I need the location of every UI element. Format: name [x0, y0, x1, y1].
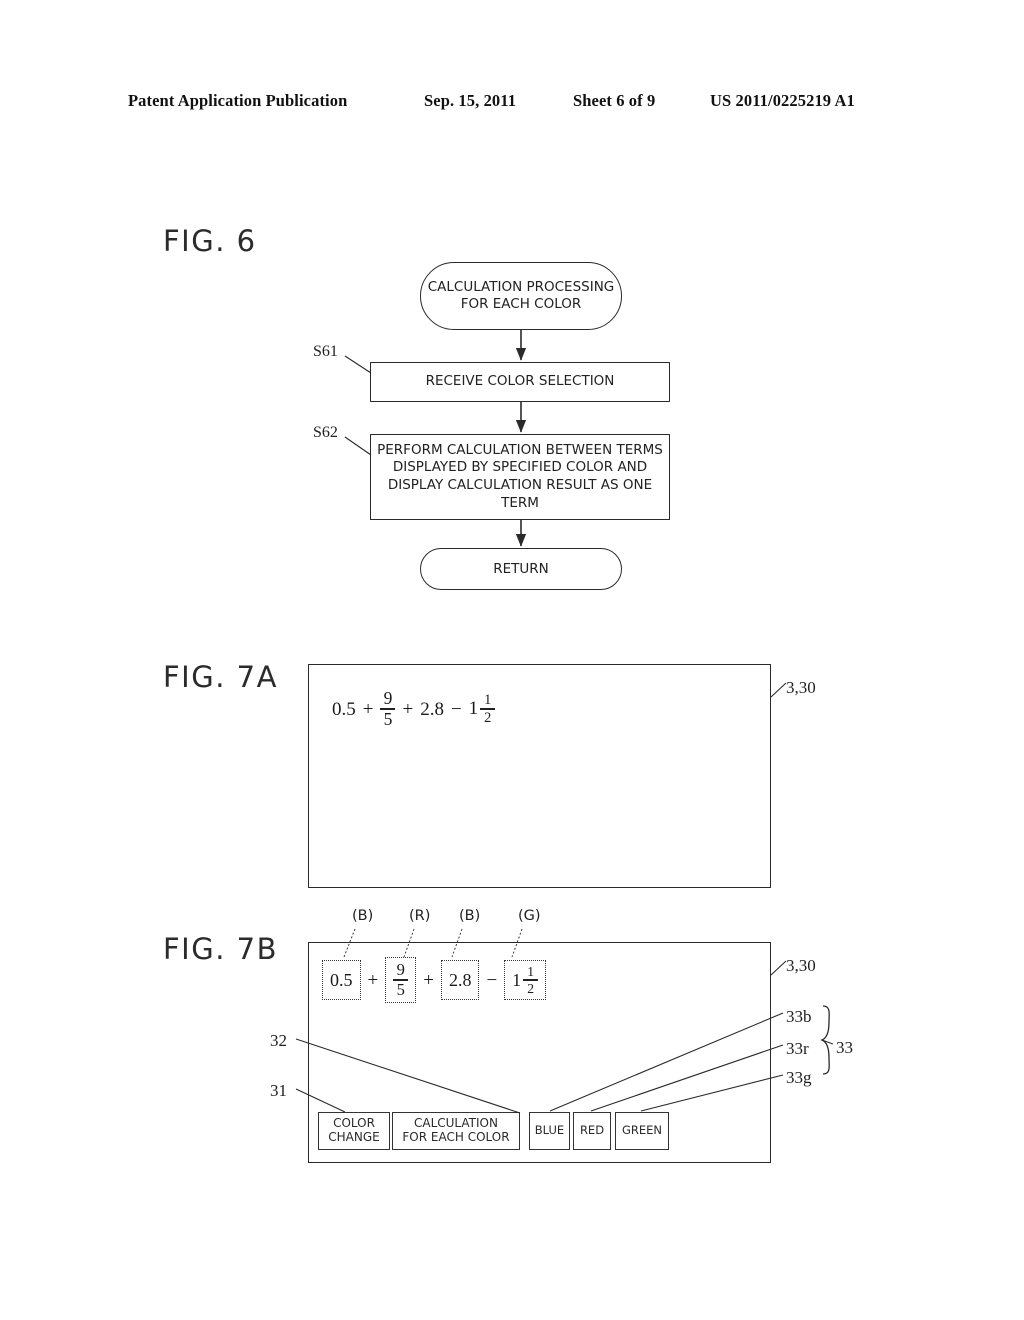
expr7b-term-1: 9 5: [393, 959, 409, 999]
header-publication-text: Patent Application Publication: [128, 91, 348, 110]
flow-node-s61-label: RECEIVE COLOR SELECTION: [425, 373, 615, 390]
reference-numeral-33b: 33b: [786, 1007, 812, 1026]
expr7a-term-1-denominator: 5: [383, 708, 393, 729]
term-box-0[interactable]: 0.5: [322, 960, 361, 1000]
term-box-3[interactable]: 1 1 2: [504, 959, 547, 1001]
term-box-2[interactable]: 2.8: [440, 960, 480, 1000]
flow-node-s62-label: PERFORM CALCULATION BETWEEN TERMS DISPLA…: [377, 441, 663, 511]
brace-33-group: [820, 1005, 830, 1075]
expression-7a: 0.5 + 9 5 + 2.8 − 1 1 2: [332, 686, 496, 732]
expression-7b: 0.5 + 9 5 + 2.8 − 1 1 2: [322, 954, 547, 1006]
header-patent-number: US 2011/0225219 A1: [710, 91, 855, 110]
green-button-label: GREEN: [621, 1123, 663, 1138]
step-label-s62: S62: [313, 424, 338, 441]
flow-node-start: CALCULATION PROCESSING FOR EACH COLOR: [420, 262, 622, 330]
expr7b-operator-0: +: [367, 969, 379, 991]
flow-node-s62: PERFORM CALCULATION BETWEEN TERMS DISPLA…: [370, 434, 670, 520]
reference-numeral-7a-panel: 3,30: [786, 678, 816, 697]
leader-line-s62: [344, 436, 372, 456]
expr7b-term-2: 2.8: [448, 970, 472, 990]
flow-node-s61: RECEIVE COLOR SELECTION: [370, 362, 670, 402]
leader-line-7b-panel: [770, 960, 787, 976]
flow-node-return-label: RETURN: [493, 560, 549, 577]
expr7b-term-3-whole: 1: [512, 969, 522, 990]
color-change-button-line1: COLOR: [333, 1116, 375, 1131]
expr7a-term-3-numerator: 1: [484, 691, 492, 708]
reference-numeral-33r: 33r: [786, 1039, 809, 1058]
expr7a-term-3: 1 1 2: [469, 693, 496, 725]
calculation-button-line2: FOR EACH COLOR: [402, 1130, 510, 1144]
reference-numeral-31: 31: [270, 1081, 287, 1100]
reference-numeral-32: 32: [270, 1031, 287, 1050]
figure-6-title: FIG. 6: [163, 224, 257, 258]
color-tag-term-0: (B): [352, 908, 374, 924]
green-button[interactable]: GREEN: [615, 1112, 669, 1150]
expr7b-term-1-numerator: 9: [396, 959, 405, 979]
expr7b-operator-2: −: [486, 969, 498, 991]
figure-7a-title: FIG. 7A: [163, 660, 278, 694]
calculation-for-each-color-button[interactable]: CALCULATION FOR EACH COLOR: [392, 1112, 520, 1150]
header-sheet-text: Sheet 6 of 9: [573, 91, 656, 110]
reference-numeral-33-group: 33: [836, 1038, 853, 1057]
expr7a-term-2: 2.8: [420, 698, 444, 720]
blue-button[interactable]: BLUE: [529, 1112, 570, 1150]
step-label-s61: S61: [313, 343, 338, 360]
reference-numeral-7b-panel: 3,30: [786, 956, 816, 975]
leader-line-s61: [344, 355, 372, 374]
color-tag-term-1: (R): [409, 908, 431, 924]
expr7a-term-1: 9 5: [380, 687, 396, 729]
leader-line-7a-panel: [770, 682, 787, 698]
color-tag-term-3: (G): [518, 908, 541, 924]
expr7a-term-1-numerator: 9: [383, 687, 393, 708]
color-change-button[interactable]: COLOR CHANGE: [318, 1112, 390, 1150]
red-button[interactable]: RED: [573, 1112, 611, 1150]
expr7a-operator-2: −: [450, 698, 462, 720]
red-button-label: RED: [579, 1123, 605, 1138]
blue-button-label: BLUE: [534, 1123, 565, 1138]
brace-33-tick: [821, 1039, 834, 1045]
color-tag-term-2: (B): [459, 908, 481, 924]
expr7b-term-3: 1 1 2: [512, 963, 539, 996]
publication-header: Patent Application Publication Sep. 15, …: [0, 88, 1024, 114]
expr7b-term-3-denominator: 2: [527, 980, 535, 996]
flow-node-start-label: CALCULATION PROCESSING FOR EACH COLOR: [427, 279, 615, 312]
expr7a-operator-1: +: [402, 698, 414, 720]
header-date-text: Sep. 15, 2011: [424, 91, 517, 110]
expr7a-term-3-whole: 1: [468, 698, 479, 720]
expr7a-operator-0: +: [362, 698, 374, 720]
expr7b-term-1-denominator: 5: [396, 979, 405, 999]
expr7b-term-0: 0.5: [330, 970, 353, 990]
term-box-1[interactable]: 9 5: [385, 956, 417, 1004]
reference-numeral-33g: 33g: [786, 1068, 812, 1087]
expr7b-term-3-fraction: 1 2: [523, 963, 539, 996]
figure-7b-title: FIG. 7B: [163, 932, 278, 966]
expr7a-term-3-denominator: 2: [484, 709, 492, 726]
expr7a-term-3-fraction: 1 2: [480, 691, 496, 726]
calculation-button-line1: CALCULATION: [414, 1116, 498, 1131]
color-change-button-line2: CHANGE: [328, 1130, 380, 1144]
flow-node-return: RETURN: [420, 548, 622, 590]
expr7a-term-0: 0.5: [332, 698, 356, 720]
expr7b-term-3-numerator: 1: [527, 963, 535, 979]
expr7b-operator-1: +: [423, 969, 434, 991]
